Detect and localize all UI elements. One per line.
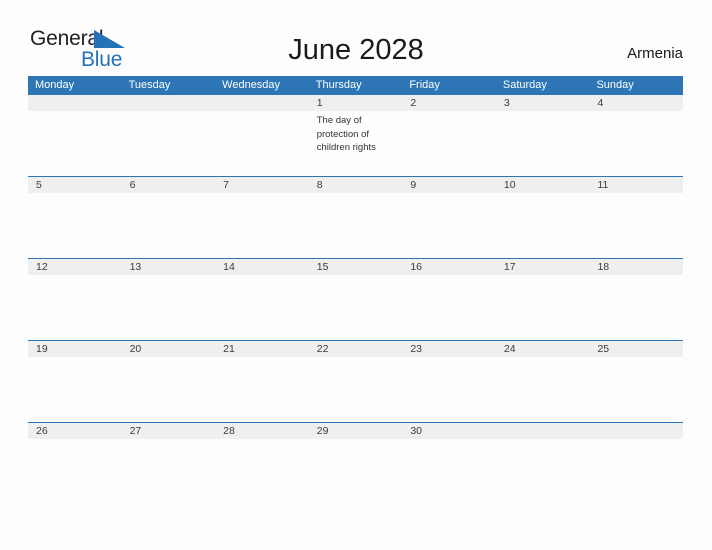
week-event-band bbox=[28, 193, 683, 258]
weekday-header-tuesday: Tuesday bbox=[128, 79, 171, 91]
day-number[interactable]: 11 bbox=[589, 177, 683, 193]
weekday-header-sunday: Sunday bbox=[596, 79, 634, 91]
event-text: The day of protection of children rights bbox=[316, 115, 376, 153]
day-events[interactable] bbox=[28, 439, 122, 504]
calendar-week-row: 19 20 21 22 23 24 25 bbox=[28, 340, 683, 422]
day-events[interactable] bbox=[215, 193, 309, 258]
day-number[interactable]: 29 bbox=[309, 423, 403, 439]
week-date-band: 5 6 7 8 9 10 11 bbox=[28, 177, 683, 193]
day-events[interactable] bbox=[122, 357, 216, 422]
weekday-header-row: Monday Tuesday Wednesday Thursday Friday… bbox=[28, 76, 683, 95]
week-event-band bbox=[28, 357, 683, 422]
day-number[interactable]: 22 bbox=[309, 341, 403, 357]
day-events[interactable] bbox=[28, 193, 122, 258]
day-events[interactable] bbox=[122, 111, 216, 176]
day-number[interactable]: 13 bbox=[122, 259, 216, 275]
day-events[interactable] bbox=[402, 193, 496, 258]
weekday-header-wednesday: Wednesday bbox=[222, 79, 281, 91]
day-events[interactable] bbox=[402, 111, 496, 176]
day-events[interactable] bbox=[402, 275, 496, 340]
week-date-band: 1 2 3 4 bbox=[28, 95, 683, 111]
day-number[interactable] bbox=[589, 423, 683, 439]
page-header: General Blue June 2028 Armenia bbox=[0, 0, 712, 76]
day-number[interactable] bbox=[28, 95, 122, 111]
day-number[interactable]: 24 bbox=[496, 341, 590, 357]
day-events[interactable] bbox=[122, 439, 216, 504]
calendar-grid: Monday Tuesday Wednesday Thursday Friday… bbox=[28, 76, 683, 504]
day-events[interactable] bbox=[122, 275, 216, 340]
week-date-band: 26 27 28 29 30 bbox=[28, 423, 683, 439]
weekday-header-friday: Friday bbox=[409, 79, 440, 91]
day-number[interactable]: 23 bbox=[402, 341, 496, 357]
day-events[interactable] bbox=[496, 275, 590, 340]
day-events[interactable] bbox=[496, 357, 590, 422]
day-number[interactable]: 4 bbox=[589, 95, 683, 111]
day-number[interactable]: 27 bbox=[122, 423, 216, 439]
day-events[interactable] bbox=[28, 275, 122, 340]
day-events[interactable] bbox=[589, 357, 683, 422]
day-number[interactable]: 25 bbox=[589, 341, 683, 357]
week-event-band bbox=[28, 439, 683, 504]
week-event-band: The day of protection of children rights bbox=[28, 111, 683, 176]
day-number[interactable]: 15 bbox=[309, 259, 403, 275]
page-title: June 2028 bbox=[288, 34, 424, 66]
day-number[interactable] bbox=[496, 423, 590, 439]
day-number[interactable]: 30 bbox=[402, 423, 496, 439]
calendar-week-row: 5 6 7 8 9 10 11 bbox=[28, 176, 683, 258]
day-number[interactable]: 12 bbox=[28, 259, 122, 275]
week-date-band: 12 13 14 15 16 17 18 bbox=[28, 259, 683, 275]
day-number[interactable]: 20 bbox=[122, 341, 216, 357]
day-number[interactable]: 16 bbox=[402, 259, 496, 275]
day-number[interactable]: 6 bbox=[122, 177, 216, 193]
week-event-band bbox=[28, 275, 683, 340]
day-events[interactable] bbox=[589, 111, 683, 176]
day-events[interactable] bbox=[589, 439, 683, 504]
day-events[interactable] bbox=[402, 357, 496, 422]
day-events[interactable] bbox=[122, 193, 216, 258]
day-number[interactable]: 26 bbox=[28, 423, 122, 439]
day-number[interactable]: 17 bbox=[496, 259, 590, 275]
day-events[interactable]: The day of protection of children rights bbox=[309, 111, 403, 176]
day-events[interactable] bbox=[215, 275, 309, 340]
day-number[interactable]: 14 bbox=[215, 259, 309, 275]
day-number[interactable]: 3 bbox=[496, 95, 590, 111]
day-number[interactable]: 9 bbox=[402, 177, 496, 193]
week-date-band: 19 20 21 22 23 24 25 bbox=[28, 341, 683, 357]
day-number[interactable]: 7 bbox=[215, 177, 309, 193]
day-number[interactable]: 1 bbox=[309, 95, 403, 111]
day-number[interactable] bbox=[122, 95, 216, 111]
day-events[interactable] bbox=[589, 275, 683, 340]
day-events[interactable] bbox=[496, 193, 590, 258]
day-number[interactable]: 19 bbox=[28, 341, 122, 357]
day-number[interactable]: 18 bbox=[589, 259, 683, 275]
calendar-week-row: 1 2 3 4 The day of protection of childre… bbox=[28, 95, 683, 176]
day-events[interactable] bbox=[309, 439, 403, 504]
day-events[interactable] bbox=[402, 439, 496, 504]
day-events[interactable] bbox=[28, 111, 122, 176]
day-number[interactable]: 10 bbox=[496, 177, 590, 193]
day-number[interactable]: 5 bbox=[28, 177, 122, 193]
day-events[interactable] bbox=[215, 111, 309, 176]
day-events[interactable] bbox=[215, 439, 309, 504]
day-number[interactable]: 2 bbox=[402, 95, 496, 111]
calendar-week-row: 26 27 28 29 30 bbox=[28, 422, 683, 504]
weekday-header-monday: Monday bbox=[35, 79, 75, 91]
day-number[interactable]: 21 bbox=[215, 341, 309, 357]
day-events[interactable] bbox=[309, 193, 403, 258]
day-number[interactable]: 8 bbox=[309, 177, 403, 193]
weekday-header-saturday: Saturday bbox=[502, 79, 547, 91]
day-events[interactable] bbox=[309, 357, 403, 422]
day-events[interactable] bbox=[28, 357, 122, 422]
day-events[interactable] bbox=[309, 275, 403, 340]
calendar-week-row: 12 13 14 15 16 17 18 bbox=[28, 258, 683, 340]
day-number[interactable] bbox=[215, 95, 309, 111]
day-events[interactable] bbox=[589, 193, 683, 258]
day-number[interactable]: 28 bbox=[215, 423, 309, 439]
day-events[interactable] bbox=[496, 439, 590, 504]
day-events[interactable] bbox=[496, 111, 590, 176]
country-label: Armenia bbox=[627, 45, 683, 62]
day-events[interactable] bbox=[215, 357, 309, 422]
weekday-header-thursday: Thursday bbox=[315, 79, 362, 91]
